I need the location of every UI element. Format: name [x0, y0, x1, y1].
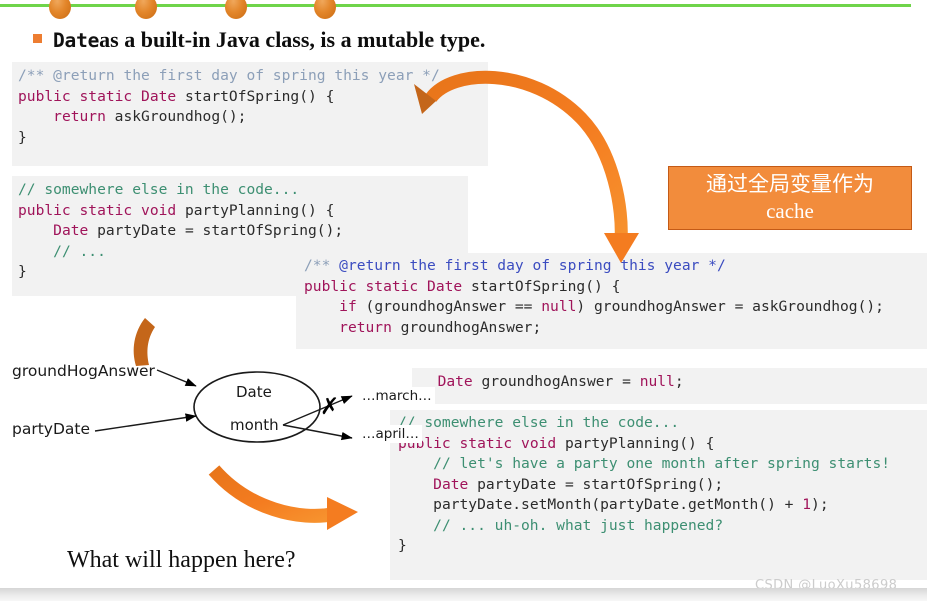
- cross-out-icon: ✗: [320, 394, 340, 420]
- top-decoration-band: [0, 0, 927, 22]
- code-block-startofspring-naive: /** @return the first day of spring this…: [12, 62, 488, 166]
- footer-bar: [0, 588, 927, 601]
- callout-line-2: cache: [766, 199, 814, 223]
- code-block-partyplanning-bug: // somewhere else in the code... public …: [390, 410, 927, 580]
- callout-line-1: 通过全局变量作为: [706, 172, 874, 196]
- diagram-label-date-type: Date: [236, 383, 272, 401]
- ref-arrow-groundhoganswer: [156, 369, 197, 387]
- code-block-global-field: Date groundhogAnswer = null;: [412, 368, 927, 404]
- bottom-curved-arrow-icon: [208, 465, 358, 530]
- ref-arrow-partydate: [94, 413, 197, 432]
- orange-bead-2: [135, 0, 157, 19]
- diagram-label-april-value: …april…: [359, 425, 422, 443]
- diagram-label-month-field: month: [230, 416, 279, 434]
- slide-heading: Date as a built-in Java class, is a muta…: [33, 27, 485, 53]
- small-orange-stub-icon: [133, 318, 155, 366]
- diagram-label-groundhoganswer: groundHogAnswer: [12, 362, 155, 380]
- code-block-startofspring-cached: /** @return the first day of spring this…: [296, 253, 927, 349]
- orange-bead-1: [49, 0, 71, 19]
- heading-code-word: Date: [53, 29, 100, 52]
- diagram-label-march-value: …march…: [359, 387, 435, 405]
- field-arrow-old-value: [282, 395, 353, 426]
- object-diagram: [94, 369, 353, 443]
- orange-bead-4: [314, 0, 336, 19]
- question-text: What will happen here?: [67, 547, 296, 573]
- orange-bead-3: [225, 0, 247, 19]
- slide-canvas: Date as a built-in Java class, is a muta…: [0, 0, 927, 601]
- field-arrow-new-value: [282, 424, 353, 441]
- heading-text: as a built-in Java class, is a mutable t…: [99, 27, 486, 52]
- diagram-label-partydate: partyDate: [12, 420, 91, 438]
- square-bullet-icon: [33, 34, 42, 43]
- callout-box-cache: 通过全局变量作为 cache: [668, 166, 912, 230]
